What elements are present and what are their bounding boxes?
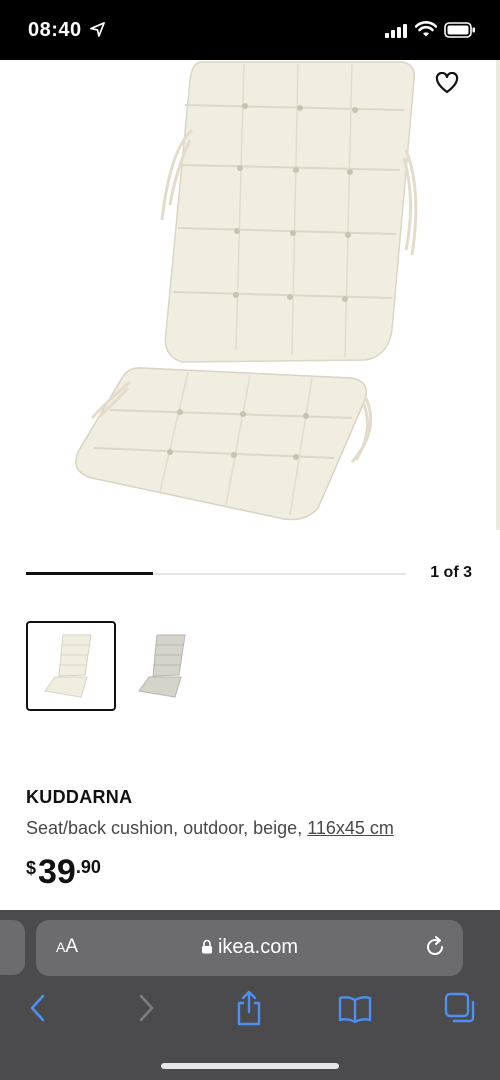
back-icon[interactable] <box>28 993 48 1028</box>
heart-icon <box>435 71 459 99</box>
product-image[interactable] <box>0 60 500 540</box>
wifi-icon <box>414 21 438 42</box>
price-currency: $ <box>26 858 37 878</box>
price-decimal: .90 <box>75 857 101 877</box>
previous-tab-peek[interactable] <box>0 920 25 975</box>
battery-icon <box>444 22 476 43</box>
thumbnail-2[interactable] <box>120 621 210 711</box>
signal-icon <box>385 24 409 43</box>
thumbnail-1[interactable] <box>26 621 116 711</box>
status-time: 08:40 <box>28 19 82 41</box>
product-price: $ 39 .90 <box>26 853 101 891</box>
share-icon[interactable] <box>234 990 264 1031</box>
gallery-progress <box>26 572 406 575</box>
product-size-link[interactable]: 116x45 cm <box>307 818 394 838</box>
next-image-peek <box>496 60 500 530</box>
gallery-page-indicator: 1 of 3 <box>430 564 472 581</box>
lock-icon <box>201 937 213 960</box>
location-arrow-icon <box>90 22 105 42</box>
url-text: ikea.com <box>217 936 299 958</box>
price-integer: 39 <box>38 853 76 891</box>
tabs-icon[interactable] <box>444 992 476 1029</box>
home-indicator[interactable] <box>161 1063 339 1069</box>
product-name: KUDDARNA <box>26 787 133 807</box>
forward-icon[interactable] <box>136 993 156 1028</box>
status-bar: 08:40 <box>0 0 500 60</box>
product-description-text: Seat/back cushion, outdoor, beige, <box>26 818 308 838</box>
url-display: ikea.com <box>36 936 463 960</box>
thumbnail-cushion-grey <box>138 634 186 698</box>
reload-icon[interactable] <box>423 935 447 964</box>
thumbnail-cushion-beige <box>44 634 92 698</box>
cushion-illustration <box>75 61 418 521</box>
browser-toolbar: AA ikea.com <box>0 910 500 1080</box>
product-description: Seat/back cushion, outdoor, beige, 116x4… <box>26 818 394 839</box>
bookmarks-icon[interactable] <box>338 995 372 1028</box>
gallery-progress-fill <box>26 572 153 575</box>
favourite-button[interactable] <box>430 68 464 102</box>
address-bar[interactable]: AA ikea.com <box>36 920 463 976</box>
